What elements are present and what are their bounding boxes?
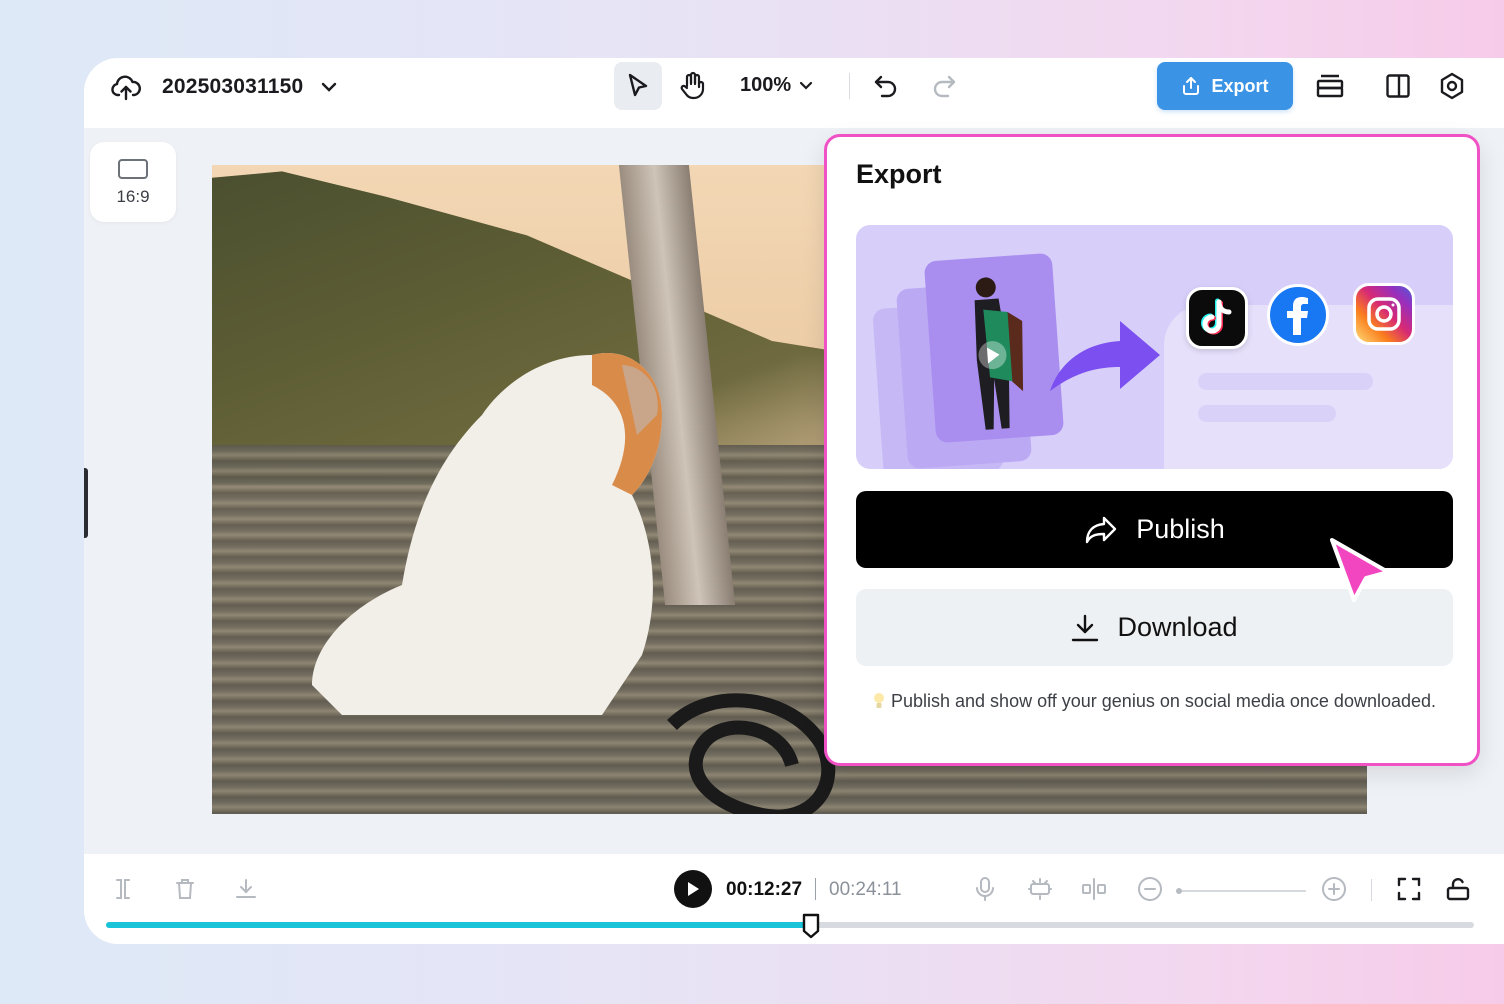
zoom-in-button[interactable] [1317, 872, 1351, 906]
zoom-level[interactable]: 100% [740, 74, 791, 97]
minus-circle-icon [1137, 876, 1163, 902]
export-hint: Publish and show off your genius on soci… [872, 687, 1437, 715]
microphone-icon [973, 876, 997, 902]
split-clip-button[interactable] [1077, 872, 1111, 906]
publish-button-label: Publish [1136, 514, 1225, 544]
split-panel-icon [1385, 73, 1411, 99]
aspect-ratio-button[interactable]: 16:9 [90, 142, 176, 222]
export-button-label: Export [1211, 75, 1269, 96]
tiktok-icon [1186, 287, 1248, 349]
panel-toggle-button[interactable] [1380, 68, 1416, 104]
split-button[interactable] [106, 872, 140, 906]
aspect-ratio-label: 16:9 [116, 187, 150, 206]
playback-bar: 00:12:27 00:24:11 [84, 854, 1504, 944]
play-icon [686, 881, 700, 897]
video-person [312, 353, 662, 715]
settings-button[interactable] [1434, 68, 1470, 104]
undo-button[interactable] [868, 68, 904, 104]
pointer-cursor-icon [1330, 538, 1390, 602]
settings-icon [1439, 72, 1465, 100]
skeleton-line [1198, 373, 1373, 390]
unlock-icon [1445, 876, 1471, 902]
arrow-illustration [1050, 321, 1160, 391]
select-tool-button[interactable] [614, 62, 662, 110]
layers-icon [1315, 73, 1345, 99]
delete-button[interactable] [168, 872, 202, 906]
export-panel: Export Publish Download Publish and show… [824, 134, 1480, 766]
timeline-divider [1371, 879, 1372, 901]
download-icon [1071, 613, 1099, 643]
export-button[interactable]: Export [1157, 62, 1293, 110]
fullscreen-icon [1396, 876, 1422, 902]
export-panel-title: Export [856, 159, 942, 189]
voiceover-button[interactable] [968, 872, 1002, 906]
toolbar-divider [849, 73, 850, 99]
top-toolbar: 202503031150 100% Export [84, 58, 1504, 128]
zoom-dropdown[interactable]: 100% [740, 74, 813, 97]
fullscreen-button[interactable] [1392, 872, 1426, 906]
magic-frame-icon [1027, 877, 1053, 901]
timeline-progress[interactable] [106, 922, 1474, 928]
project-name[interactable]: 202503031150 [162, 75, 303, 99]
hand-tool-button[interactable] [668, 62, 716, 110]
lock-button[interactable] [1441, 872, 1475, 906]
chevron-down-icon[interactable] [321, 82, 337, 92]
facebook-icon [1267, 284, 1329, 346]
chevron-down-icon[interactable] [799, 81, 813, 90]
timeline-progress-fill [106, 922, 811, 928]
download-clip-button[interactable] [229, 872, 263, 906]
undo-icon [873, 73, 899, 99]
time-divider [815, 878, 816, 900]
share-upload-icon [1181, 76, 1201, 96]
zoom-out-button[interactable] [1133, 872, 1167, 906]
timeline-zoom-slider[interactable] [1178, 890, 1306, 892]
trash-icon [173, 877, 197, 901]
playhead-handle[interactable] [801, 912, 821, 940]
auto-enhance-button[interactable] [1023, 872, 1057, 906]
redo-button[interactable] [926, 68, 962, 104]
total-time: 00:24:11 [829, 879, 902, 900]
export-banner-illustration [856, 225, 1453, 469]
current-time: 00:12:27 [726, 879, 803, 900]
hand-icon [679, 71, 705, 101]
layers-button[interactable] [1312, 68, 1348, 104]
export-hint-text: Publish and show off your genius on soci… [890, 691, 1437, 711]
share-arrow-icon [1084, 515, 1118, 545]
video-rope [667, 693, 836, 814]
timeline-zoom-handle[interactable] [1176, 888, 1182, 894]
play-button[interactable] [674, 870, 712, 908]
redo-icon [931, 73, 957, 99]
download-button-label: Download [1117, 612, 1238, 642]
skeleton-line [1198, 405, 1336, 422]
cloud-upload-icon[interactable] [110, 72, 142, 102]
plus-circle-icon [1321, 876, 1347, 902]
split-clip-icon [1081, 877, 1107, 901]
instagram-icon [1353, 283, 1415, 345]
pointer-icon [625, 72, 651, 100]
split-icon [111, 877, 135, 901]
download-icon [234, 877, 258, 901]
side-panel-handle[interactable] [84, 468, 88, 538]
lightbulb-icon [873, 692, 885, 710]
project-title-group[interactable]: 202503031150 [110, 72, 337, 102]
aspect-ratio-icon [117, 157, 149, 181]
